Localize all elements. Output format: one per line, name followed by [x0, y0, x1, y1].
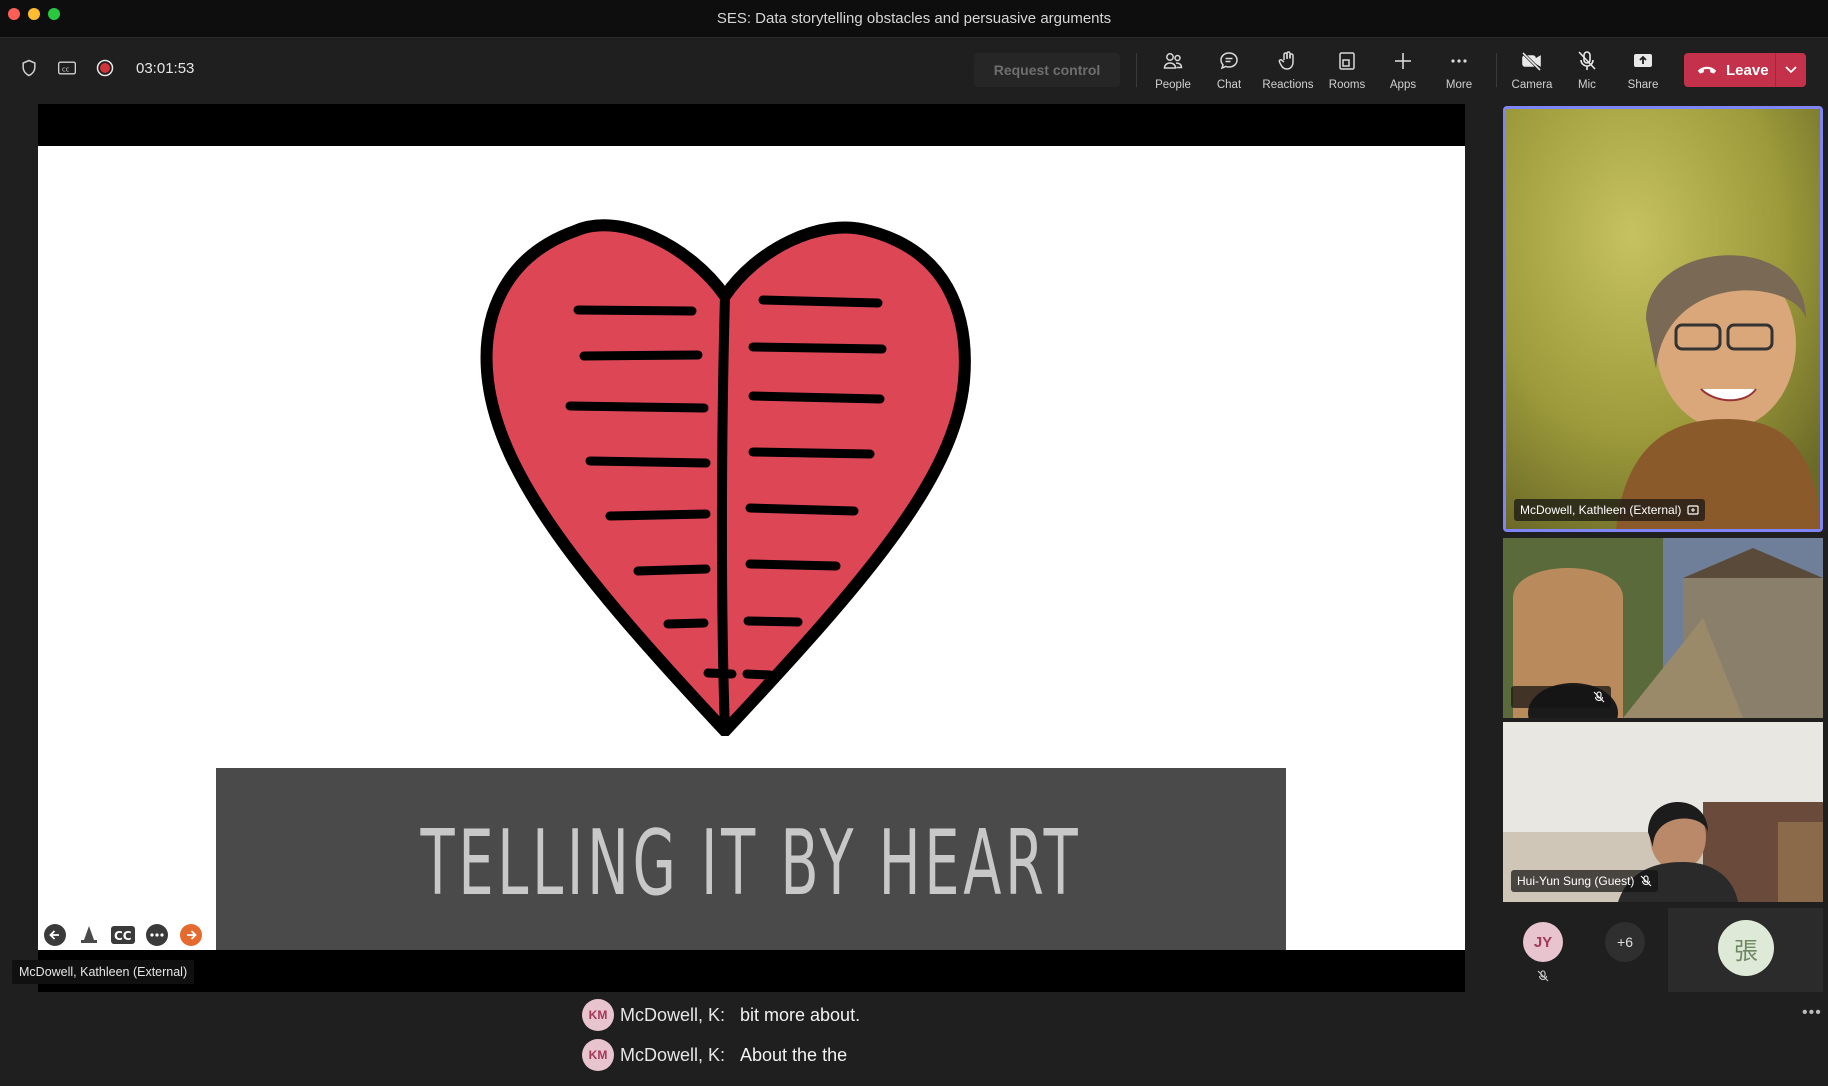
- closed-captions-icon[interactable]: cc: [56, 57, 78, 79]
- recording-icon: [94, 57, 116, 79]
- share-icon: [1634, 54, 1652, 67]
- arrow-right-icon: [180, 924, 202, 946]
- request-control-button[interactable]: Request control: [974, 53, 1120, 87]
- participant-name-tag: McDowell, Kathleen (External): [1514, 499, 1706, 521]
- participant-video-frame: [1506, 109, 1820, 529]
- more-button[interactable]: More: [1431, 47, 1487, 95]
- arrow-left-icon: [44, 924, 66, 946]
- pointer-icon: [81, 926, 97, 943]
- live-captions: KM McDowell, K: bit more about. KM McDow…: [582, 998, 860, 1078]
- slide-controls: CC: [42, 922, 204, 948]
- next-slide-button[interactable]: [178, 922, 204, 948]
- participant-name-tag: Hui-Yun Sung (Guest): [1511, 870, 1659, 892]
- screen-share-icon: [1687, 505, 1700, 515]
- more-participants-button[interactable]: +6: [1605, 922, 1645, 962]
- heart-illustration: [480, 219, 971, 736]
- caption-speaker: McDowell, K:: [620, 1004, 726, 1025]
- mic-off-icon: [1641, 875, 1652, 887]
- leave-button[interactable]: Leave: [1684, 53, 1776, 87]
- hang-up-icon: [1697, 66, 1717, 74]
- mic-off-icon: [1537, 970, 1549, 982]
- chat-button[interactable]: Chat: [1201, 47, 1257, 95]
- title-bar: SES: Data storytelling obstacles and per…: [0, 0, 1828, 38]
- reactions-button[interactable]: Reactions: [1260, 47, 1316, 95]
- leave-options-button[interactable]: [1776, 66, 1806, 74]
- caption-line: KM McDowell, K: bit more about.: [582, 998, 860, 1032]
- avatar: 張: [1718, 920, 1774, 976]
- apps-button[interactable]: Apps: [1375, 47, 1431, 95]
- slide-title-banner: TELLING IT BY HEART: [216, 768, 1286, 950]
- people-button[interactable]: People: [1145, 47, 1201, 95]
- laser-pointer-button[interactable]: [76, 922, 102, 948]
- chevron-down-icon: [1785, 66, 1797, 74]
- caption-speaker: McDowell, K:: [620, 1044, 726, 1065]
- mic-button[interactable]: Mic: [1559, 47, 1615, 95]
- participant-video-2[interactable]: [1503, 538, 1823, 718]
- camera-button[interactable]: Camera: [1504, 47, 1560, 95]
- more-icon: [1451, 59, 1467, 63]
- window-title: SES: Data storytelling obstacles and per…: [716, 10, 1112, 27]
- presentation-slide: TELLING IT BY HEART: [38, 146, 1465, 950]
- presenter-name-tag: McDowell, Kathleen (External): [12, 960, 195, 984]
- leave-button-group: Leave: [1684, 53, 1806, 87]
- captions-more-options-button[interactable]: •••: [1802, 1004, 1822, 1022]
- chat-icon: [1220, 52, 1238, 70]
- participant-name-tag: [1511, 686, 1611, 708]
- participant-video-main[interactable]: McDowell, Kathleen (External): [1503, 106, 1823, 532]
- more-icon: [146, 924, 168, 946]
- captions-toggle-button[interactable]: CC: [110, 922, 136, 948]
- rooms-button[interactable]: Rooms: [1319, 47, 1375, 95]
- participant-tile[interactable]: 張: [1668, 908, 1823, 992]
- rooms-icon: [1339, 52, 1355, 70]
- plus-icon: [1395, 53, 1411, 69]
- svg-text:CC: CC: [114, 929, 132, 943]
- participant-video-3[interactable]: Hui-Yun Sung (Guest): [1503, 722, 1823, 902]
- slide-more-options-button[interactable]: [144, 922, 170, 948]
- shared-screen-stage: TELLING IT BY HEART CC: [38, 104, 1465, 992]
- caption-text: About the the: [740, 1044, 848, 1065]
- shield-icon[interactable]: [18, 57, 40, 79]
- reactions-icon: [1278, 51, 1294, 70]
- participant-avatar-row: JY +6 張: [1503, 908, 1823, 992]
- toolbar-divider: [1496, 53, 1497, 87]
- meeting-toolbar: cc 03:01:53 Request control People Chat …: [0, 39, 1828, 101]
- previous-slide-button[interactable]: [42, 922, 68, 948]
- closed-captions-icon: CC: [111, 926, 135, 944]
- toolbar-divider: [1136, 53, 1137, 87]
- slide-title: TELLING IT BY HEART: [420, 810, 1082, 916]
- mic-off-icon: [1593, 691, 1605, 703]
- meeting-timer: 03:01:53: [136, 59, 195, 77]
- avatar: KM: [582, 999, 614, 1031]
- camera-off-icon: [1521, 51, 1542, 72]
- caption-text: bit more about.: [740, 1004, 861, 1025]
- people-icon: [1163, 53, 1183, 69]
- avatar: KM: [582, 1039, 614, 1071]
- avatar[interactable]: JY: [1523, 922, 1563, 962]
- share-button[interactable]: Share: [1615, 47, 1671, 95]
- svg-text:cc: cc: [62, 65, 70, 73]
- caption-line: KM McDowell, K: About the the: [582, 1038, 860, 1072]
- mic-off-icon: [1578, 51, 1596, 70]
